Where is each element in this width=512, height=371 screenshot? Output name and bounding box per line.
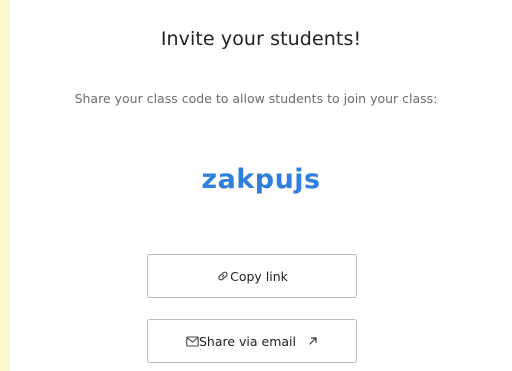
share-via-email-label: Share via email: [198, 333, 297, 349]
invite-instructions: Share your class code to allow students …: [74, 91, 438, 106]
class-code: zakpujs: [201, 164, 321, 195]
envelope-icon: [186, 335, 199, 347]
copy-link-button[interactable]: Copy link: [147, 254, 357, 298]
link-icon: [216, 269, 230, 283]
external-link-arrow-icon: [308, 336, 318, 346]
share-via-email-button[interactable]: Share via email: [147, 319, 357, 363]
invite-students-card: Invite your students! Share your class c…: [10, 0, 512, 371]
page-title: Invite your students!: [160, 28, 362, 50]
copy-link-label: Copy link: [230, 268, 288, 284]
